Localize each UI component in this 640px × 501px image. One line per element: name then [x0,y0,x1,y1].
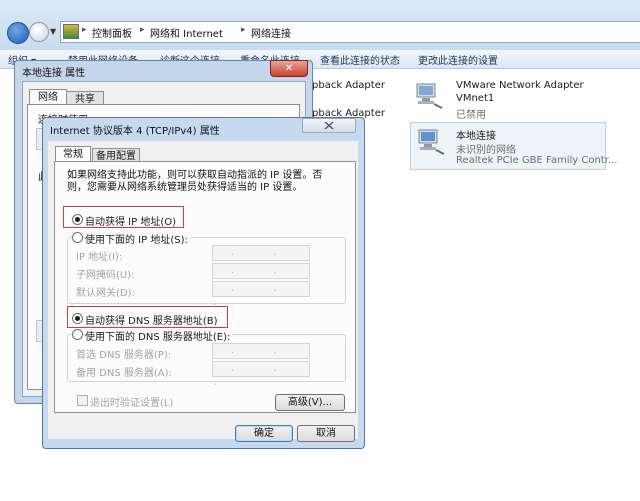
default-gateway-label: 默认网关(D): [76,288,135,299]
adapter-name[interactable]: VMware Network Adapter [456,80,584,91]
chevron-right-icon[interactable]: ▸ [241,25,246,35]
default-gateway-input[interactable]: . . . [212,281,310,308]
adapter-name-line2: VMnet1 [456,93,495,104]
control-panel-icon [63,24,79,39]
ip-address-input[interactable]: . . . [212,245,310,272]
ok-button[interactable]: 确定 [235,425,293,442]
network-adapter-icon[interactable] [416,128,446,156]
view-status-button[interactable]: 查看此连接的状态 [320,52,400,67]
intro-text: 如果网络支持此功能，则可以获取自动指派的 IP 设置。否则，您需要从网络系统管理… [67,170,323,193]
breadcrumb-control-panel[interactable]: 控制面板 [92,25,132,40]
ip-auto-label[interactable]: 自动获得 IP 地址(O) [85,213,176,228]
preferred-dns-label: 首选 DNS 服务器(P): [76,350,172,361]
alternate-dns-label: 备用 DNS 服务器(A): [76,368,172,379]
advanced-button[interactable]: 高级(V)... [275,394,345,411]
breadcrumb-network-connections[interactable]: 网络连接 [251,25,291,40]
back-button[interactable] [7,22,29,44]
adapter-name[interactable]: 本地连接 [456,127,496,142]
adapter-status: 已禁用 [456,110,486,121]
ip-address-label: IP 地址(I): [76,252,123,263]
validate-on-exit-checkbox[interactable] [77,395,88,406]
dns-manual-label[interactable]: 使用下面的 DNS 服务器地址(E): [85,328,233,343]
chevron-right-icon[interactable]: ▸ [82,25,87,35]
network-adapter-icon[interactable] [414,82,444,110]
subnet-mask-label: 子网掩码(U): [76,270,135,281]
ipv4-dialog-title: Internet 协议版本 4 (TCP/IPv4) 属性 [50,126,220,137]
tab-sharing[interactable]: 共享 [66,91,104,105]
subnet-mask-input[interactable]: . . . [212,263,310,290]
properties-window-title: 本地连接 属性 [22,68,86,79]
close-button[interactable] [302,118,356,133]
history-dropdown-icon[interactable]: ▼ [50,27,56,36]
forward-button[interactable] [29,22,49,42]
ip-auto-radio[interactable] [72,214,83,225]
alternate-dns-input[interactable]: . . . [212,361,310,388]
dns-manual-radio[interactable] [72,329,83,340]
tab-general[interactable]: 常规 [55,146,91,162]
change-settings-button[interactable]: 更改此连接的设置 [418,52,498,67]
validate-on-exit-label[interactable]: 退出时验证设置(L) [90,394,173,409]
chevron-right-icon[interactable]: ▸ [140,25,145,35]
preferred-dns-input[interactable]: . . . [212,343,310,370]
ip-manual-radio[interactable] [72,232,83,243]
ip-manual-label[interactable]: 使用下面的 IP 地址(S): [85,231,190,246]
breadcrumb-network-internet[interactable]: 网络和 Internet [150,25,223,40]
adapter-name[interactable]: pback Adapter [312,80,385,91]
close-button[interactable]: ✕ [270,60,308,77]
adapter-status: 未识别的网络 [456,145,516,156]
tab-alternate-config[interactable]: 备用配置 [92,148,140,162]
tab-network[interactable]: 网络 [29,89,67,105]
dns-auto-radio[interactable] [72,313,83,324]
dns-auto-label[interactable]: 自动获得 DNS 服务器地址(B) [85,312,218,327]
adapter-device: Realtek PCIe GBE Family Contr... [456,155,618,166]
cancel-button[interactable]: 取消 [297,425,355,442]
address-bar[interactable] [60,21,640,43]
